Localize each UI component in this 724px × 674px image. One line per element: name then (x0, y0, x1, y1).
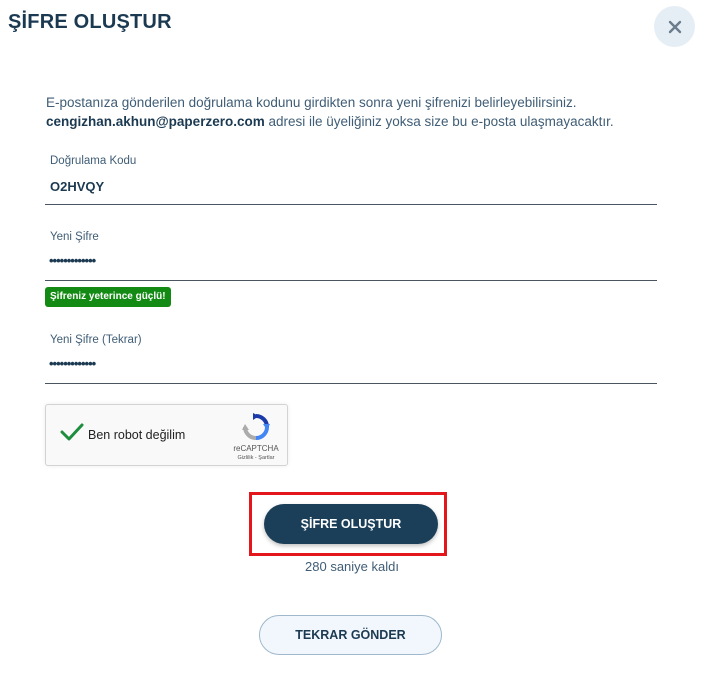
intro-line-1: E-postanıza gönderilen doğrulama kodunu … (46, 95, 577, 110)
recaptcha-links[interactable]: Gizlilik - Şartlar (224, 455, 288, 461)
modal-title: ŞİFRE OLUŞTUR (8, 11, 172, 33)
intro-text: E-postanıza gönderilen doğrulama kodunu … (46, 93, 686, 131)
password-strength-badge: Şifreniz yeterince güçlü! (45, 287, 171, 307)
new-password-field[interactable]: Yeni Şifre ••••••••••••• (45, 226, 657, 281)
verification-code-value[interactable]: O2HVQY (50, 179, 104, 194)
confirm-password-label: Yeni Şifre (Tekrar) (50, 334, 142, 346)
recaptcha-widget: Ben robot değilim reCAPTCHA Gizlilik - Ş… (45, 404, 288, 466)
recaptcha-logo-icon (242, 413, 270, 446)
create-password-button[interactable]: ŞİFRE OLUŞTUR (264, 504, 438, 544)
confirm-password-field[interactable]: Yeni Şifre (Tekrar) ••••••••••••• (45, 329, 657, 384)
close-icon (668, 20, 681, 33)
recaptcha-brand: reCAPTCHA (233, 444, 279, 453)
create-password-modal: ŞİFRE OLUŞTUR E-postanıza gönderilen doğ… (0, 0, 724, 674)
intro-line-2-rest: adresi ile üyeliğiniz yoksa size bu e-po… (264, 114, 614, 129)
recaptcha-checkbox[interactable] (60, 422, 84, 447)
resend-button[interactable]: TEKRAR GÖNDER (259, 615, 442, 655)
confirm-password-value[interactable]: ••••••••••••• (49, 356, 96, 371)
new-password-value[interactable]: ••••••••••••• (49, 253, 96, 268)
checkmark-icon (60, 423, 84, 441)
close-button[interactable] (654, 6, 695, 47)
recaptcha-label: Ben robot değilim (88, 428, 186, 442)
countdown-text: 280 saniye kaldı (305, 559, 399, 574)
verification-code-label: Doğrulama Kodu (50, 155, 137, 167)
verification-code-field[interactable]: Doğrulama Kodu O2HVQY (45, 150, 657, 205)
intro-line-2: cengizhan.akhun@paperzero.com adresi ile… (46, 112, 686, 131)
user-email: cengizhan.akhun@paperzero.com (46, 114, 265, 129)
new-password-label: Yeni Şifre (50, 231, 99, 243)
